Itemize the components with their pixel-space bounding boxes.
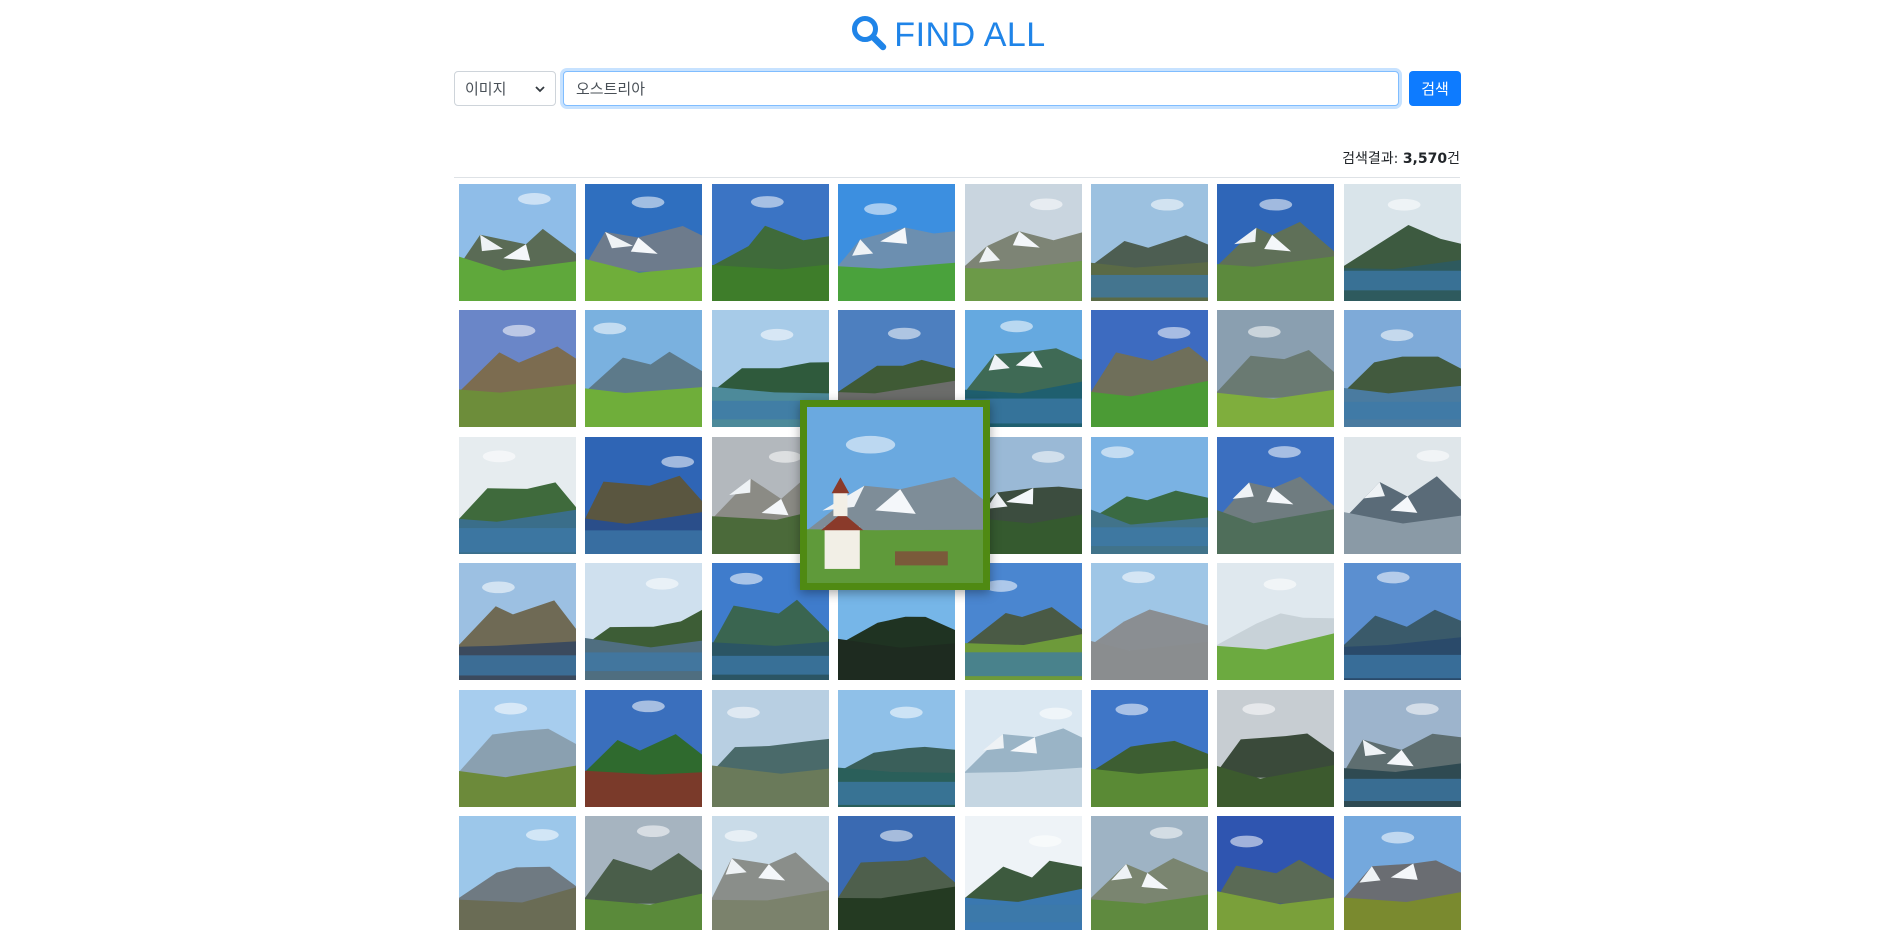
search-type-value: 이미지 xyxy=(465,80,507,98)
image-result-thumbnail[interactable] xyxy=(1091,690,1208,807)
site-header: FIND ALL xyxy=(0,14,1896,56)
image-result-thumbnail[interactable] xyxy=(1217,563,1334,680)
site-title: FIND ALL xyxy=(894,16,1046,54)
image-result-thumbnail[interactable] xyxy=(1091,184,1208,301)
page: FIND ALL 이미지 오스트리아 검색 검색결과: 3,570건 xyxy=(0,0,1896,930)
image-result-thumbnail[interactable] xyxy=(585,563,702,680)
image-result-thumbnail[interactable] xyxy=(712,816,829,930)
image-result-thumbnail[interactable] xyxy=(1217,437,1334,554)
result-count: 3,570 xyxy=(1402,151,1448,167)
image-result-thumbnail[interactable] xyxy=(965,816,1082,930)
search-type-select[interactable]: 이미지 xyxy=(454,71,556,106)
image-result-thumbnail[interactable] xyxy=(585,690,702,807)
image-result-thumbnail[interactable] xyxy=(1344,184,1461,301)
image-result-thumbnail[interactable] xyxy=(585,184,702,301)
image-result-thumbnail[interactable] xyxy=(1091,563,1208,680)
image-result-thumbnail[interactable] xyxy=(965,690,1082,807)
image-result-thumbnail[interactable] xyxy=(1217,310,1334,427)
image-result-thumbnail[interactable] xyxy=(1344,563,1461,680)
image-result-thumbnail[interactable] xyxy=(965,184,1082,301)
image-result-thumbnail[interactable] xyxy=(1091,310,1208,427)
search-icon xyxy=(850,14,888,52)
results-divider xyxy=(454,177,1460,178)
image-result-thumbnail[interactable] xyxy=(459,816,576,930)
image-result-thumbnail[interactable] xyxy=(1091,437,1208,554)
image-result-thumbnail[interactable] xyxy=(585,310,702,427)
image-result-thumbnail[interactable] xyxy=(838,816,955,930)
image-result-thumbnail[interactable] xyxy=(1217,816,1334,930)
search-input-value: 오스트리아 xyxy=(576,80,646,98)
search-button[interactable]: 검색 xyxy=(1409,71,1461,106)
image-result-thumbnail[interactable] xyxy=(1217,690,1334,807)
search-button-label: 검색 xyxy=(1421,80,1449,98)
image-result-thumbnail[interactable] xyxy=(1091,816,1208,930)
image-result-thumbnail[interactable] xyxy=(585,816,702,930)
image-result-thumbnail[interactable] xyxy=(712,690,829,807)
image-result-thumbnail[interactable] xyxy=(1344,437,1461,554)
image-result-thumbnail[interactable] xyxy=(1344,310,1461,427)
result-count-suffix: 건 xyxy=(1447,151,1460,167)
image-preview-popup[interactable] xyxy=(800,400,990,590)
image-result-thumbnail[interactable] xyxy=(585,437,702,554)
image-result-thumbnail[interactable] xyxy=(459,437,576,554)
chevron-down-icon xyxy=(535,85,545,92)
search-form: 이미지 오스트리아 검색 xyxy=(454,71,1461,106)
image-result-thumbnail[interactable] xyxy=(459,563,576,680)
image-result-thumbnail[interactable] xyxy=(838,184,955,301)
search-input[interactable]: 오스트리아 xyxy=(563,71,1399,106)
image-result-thumbnail[interactable] xyxy=(459,690,576,807)
image-result-thumbnail[interactable] xyxy=(838,690,955,807)
image-result-thumbnail[interactable] xyxy=(712,184,829,301)
image-result-thumbnail[interactable] xyxy=(1344,816,1461,930)
image-result-thumbnail[interactable] xyxy=(459,184,576,301)
result-summary-label: 검색결과: xyxy=(1342,151,1399,167)
image-result-thumbnail[interactable] xyxy=(1217,184,1334,301)
image-result-thumbnail[interactable] xyxy=(1344,690,1461,807)
image-result-thumbnail[interactable] xyxy=(459,310,576,427)
result-summary: 검색결과: 3,570건 xyxy=(454,148,1460,168)
